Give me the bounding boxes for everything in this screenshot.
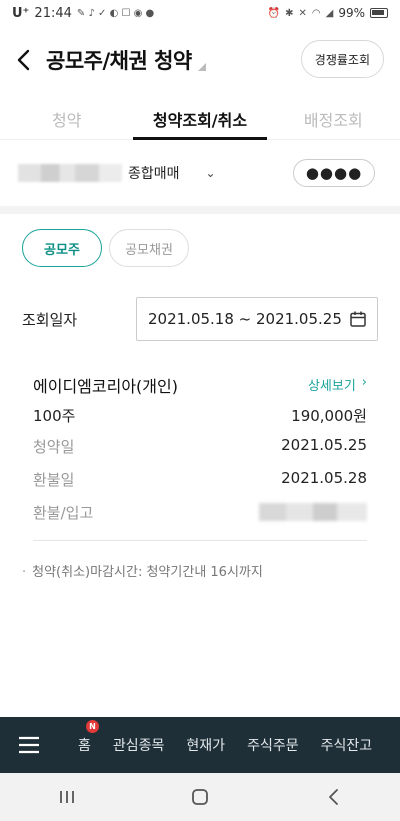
nav-home[interactable]: N 홈 [78,720,99,755]
bullet-icon: · [22,565,27,580]
back-button[interactable] [0,30,46,90]
hamburger-icon [19,736,39,754]
notice-label: 청약(취소)마감시간: 청약기간내 16시까지 [32,565,263,580]
quantity-value: 100주 [33,407,76,425]
tab-subscribe[interactable]: 청약 [0,96,133,139]
chevron-left-icon [17,49,30,71]
bottom-navigation: N 홈 관심종목 현재가 주식주문 주식잔고 [0,717,400,773]
filter-chip-ipo[interactable]: 공모주 [22,229,102,267]
title-dropdown-icon[interactable] [197,63,206,71]
card-divider [33,540,367,541]
recent-apps-icon [59,791,74,803]
page-title[interactable]: 공모주/채권 청약 [46,45,192,75]
account-selector[interactable]: 종합매매 ⌄ ●●●● [0,140,400,206]
bluetooth-icon: ✱ [285,7,294,19]
app-header: 공모주/채권 청약 경쟁률조회 [0,30,400,90]
battery-percent: 99% [338,6,365,20]
detail-view-link[interactable]: 상세보기 › [308,375,367,394]
filter-chip-bond[interactable]: 공모채권 [109,229,189,267]
new-badge: N [86,720,99,733]
date-range-value: 2021.05.18 ~ 2021.05.25 [148,310,342,328]
alarm-icon: ⏰ [267,7,281,19]
account-type-label: 종합매매 [128,166,180,182]
back-arrow-icon [329,789,339,805]
stock-name: 에이디엠코리아(개인) [33,377,178,396]
calendar-icon[interactable] [349,310,367,328]
recent-apps-button[interactable] [47,777,87,817]
home-button[interactable] [180,777,220,817]
competition-rate-button[interactable]: 경쟁률조회 [300,40,384,78]
clock: 21:44 [34,5,72,21]
nav-watchlist[interactable]: 관심종목 [113,735,165,755]
nav-current-price[interactable]: 현재가 [186,735,225,755]
refund-date-label: 환불일 [33,471,75,489]
wifi-icon: ◠ [311,7,321,19]
masked-account-number [18,164,122,182]
chevron-down-icon[interactable]: ⌄ [206,166,216,180]
detail-view-label: 상세보기 [307,379,356,394]
nav-home-label: 홈 [78,738,91,754]
status-bar: U⁺ 21:44 ✎ ♪ ✓ ◐ ☐ ◉ ● ⏰ ✱ ✕ ◠ ◢ 99% [0,0,400,26]
subscription-date-label: 청약일 [33,438,75,456]
system-navigation-bar [0,773,400,821]
battery-icon [370,8,388,18]
chevron-right-icon: › [361,375,367,390]
tab-subscription-inquiry-cancel[interactable]: 청약조회/취소 [133,96,267,140]
masked-refund-account [259,503,367,521]
nav-stock-balance[interactable]: 주식잔고 [321,735,373,755]
mute-icon: ✕ [298,7,307,19]
carrier-label: U⁺ [12,5,30,21]
amount-value: 190,000원 [291,407,367,425]
date-range-picker[interactable]: 2021.05.18 ~ 2021.05.25 [136,297,378,341]
signal-icon: ◢ [325,7,334,19]
nav-stock-order[interactable]: 주식주문 [247,735,299,755]
password-field[interactable]: ●●●● [293,159,375,187]
section-divider [0,206,400,214]
system-back-button[interactable] [313,777,353,817]
tab-allocation-inquiry[interactable]: 배정조회 [267,96,400,139]
subscription-date-value: 2021.05.25 [281,436,367,454]
home-icon [192,789,208,805]
refund-deposit-label: 환불/입고 [33,504,94,522]
notice-text: · 청약(취소)마감시간: 청약기간내 16시까지 [22,561,263,580]
notification-icons: ✎ ♪ ✓ ◐ ☐ ◉ ● [76,7,155,19]
menu-button[interactable] [0,717,58,773]
refund-date-value: 2021.05.28 [281,469,367,487]
tab-bar: 청약 청약조회/취소 배정조회 [0,96,400,140]
date-query-label: 조회일자 [22,311,78,329]
